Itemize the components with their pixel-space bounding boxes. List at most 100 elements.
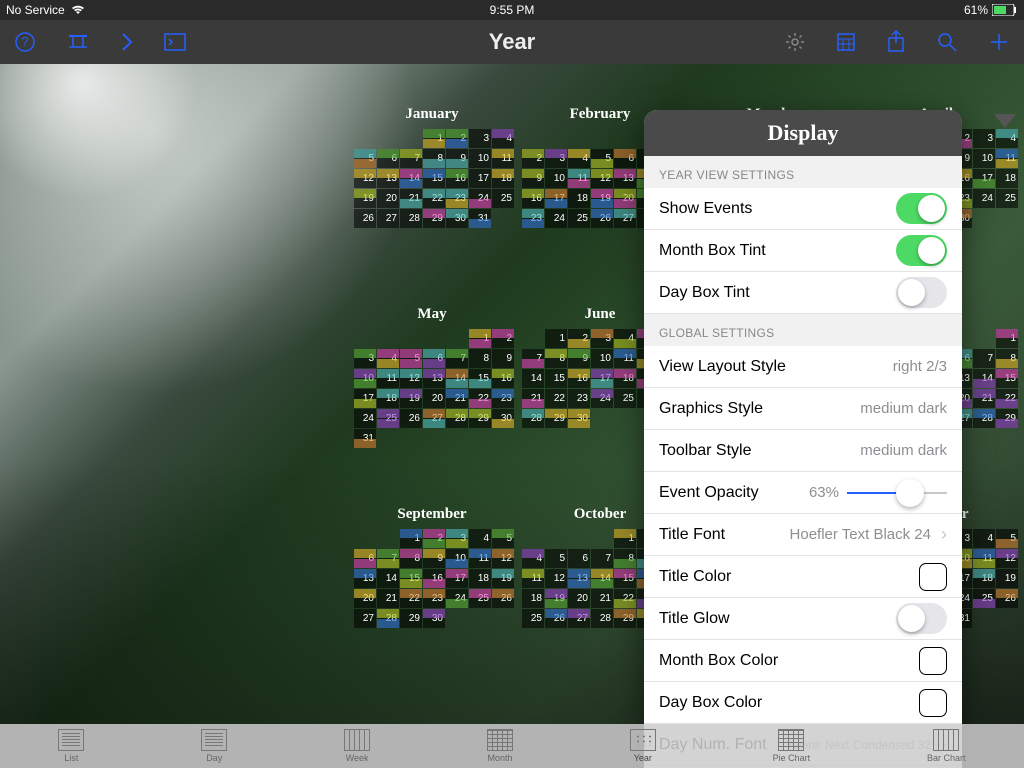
day-cell[interactable]: 22	[614, 589, 636, 608]
day-cell[interactable]: 17	[973, 169, 995, 188]
row-month-box-tint[interactable]: Month Box Tint	[644, 230, 962, 272]
day-cell[interactable]: 8	[469, 349, 491, 368]
day-cell[interactable]: 11	[492, 149, 514, 168]
row-show-events[interactable]: Show Events	[644, 188, 962, 230]
day-cell[interactable]: 19	[354, 189, 376, 208]
day-cell[interactable]: 2	[522, 149, 544, 168]
day-cell[interactable]: 25	[469, 589, 491, 608]
day-cell[interactable]: 20	[614, 189, 636, 208]
day-cell[interactable]: 26	[400, 409, 422, 428]
day-cell[interactable]: 24	[545, 209, 567, 228]
day-cell[interactable]: 6	[423, 349, 445, 368]
day-cell[interactable]: 7	[973, 349, 995, 368]
day-cell[interactable]: 4	[492, 129, 514, 148]
day-cell[interactable]: 29	[996, 409, 1018, 428]
day-cell[interactable]: 11	[568, 169, 590, 188]
swatch-month-box-color[interactable]	[919, 647, 947, 675]
day-cell[interactable]: 10	[354, 369, 376, 388]
day-cell[interactable]: 22	[996, 389, 1018, 408]
day-cell[interactable]: 9	[492, 349, 514, 368]
day-cell[interactable]: 27	[423, 409, 445, 428]
terminal-icon[interactable]	[164, 33, 186, 51]
gear-icon[interactable]	[784, 31, 806, 53]
day-cell[interactable]: 7	[446, 349, 468, 368]
day-cell[interactable]: 8	[423, 149, 445, 168]
day-cell[interactable]: 18	[973, 569, 995, 588]
day-cell[interactable]: 12	[545, 569, 567, 588]
day-cell[interactable]: 23	[522, 209, 544, 228]
day-cell[interactable]: 26	[354, 209, 376, 228]
day-cell[interactable]: 7	[522, 349, 544, 368]
day-cell[interactable]: 28	[522, 409, 544, 428]
day-cell[interactable]: 22	[545, 389, 567, 408]
day-cell[interactable]: 15	[545, 369, 567, 388]
day-cell[interactable]: 26	[996, 589, 1018, 608]
day-cell[interactable]: 17	[545, 189, 567, 208]
day-cell[interactable]: 20	[568, 589, 590, 608]
row-toolbar-style[interactable]: Toolbar Style medium dark	[644, 430, 962, 472]
day-cell[interactable]: 5	[996, 529, 1018, 548]
day-cell[interactable]: 8	[614, 549, 636, 568]
day-cell[interactable]: 5	[591, 149, 613, 168]
day-cell[interactable]: 22	[423, 189, 445, 208]
switch-show-events[interactable]	[896, 193, 947, 224]
day-cell[interactable]: 16	[423, 569, 445, 588]
day-cell[interactable]: 23	[568, 389, 590, 408]
day-cell[interactable]: 15	[423, 169, 445, 188]
day-cell[interactable]: 4	[568, 149, 590, 168]
row-month-box-color[interactable]: Month Box Color	[644, 640, 962, 682]
day-cell[interactable]: 21	[591, 589, 613, 608]
swatch-day-box-color[interactable]	[919, 689, 947, 717]
day-cell[interactable]: 30	[423, 609, 445, 628]
day-cell[interactable]: 31	[469, 209, 491, 228]
day-cell[interactable]: 13	[354, 569, 376, 588]
day-cell[interactable]: 24	[446, 589, 468, 608]
day-cell[interactable]: 12	[996, 549, 1018, 568]
day-cell[interactable]: 2	[568, 329, 590, 348]
day-cell[interactable]: 24	[354, 409, 376, 428]
day-cell[interactable]: 2	[423, 529, 445, 548]
day-cell[interactable]: 12	[400, 369, 422, 388]
day-cell[interactable]: 24	[973, 189, 995, 208]
day-cell[interactable]: 18	[568, 189, 590, 208]
dropdown-triangle-icon[interactable]	[994, 114, 1016, 128]
day-cell[interactable]: 10	[469, 149, 491, 168]
day-cell[interactable]: 19	[400, 389, 422, 408]
day-cell[interactable]: 20	[377, 189, 399, 208]
day-cell[interactable]: 11	[377, 369, 399, 388]
switch-month-box-tint[interactable]	[896, 235, 947, 266]
day-cell[interactable]: 24	[469, 189, 491, 208]
day-cell[interactable]: 18	[492, 169, 514, 188]
day-cell[interactable]: 11	[973, 549, 995, 568]
day-cell[interactable]: 8	[400, 549, 422, 568]
day-cell[interactable]: 1	[614, 529, 636, 548]
day-cell[interactable]: 12	[492, 549, 514, 568]
day-cell[interactable]: 25	[996, 189, 1018, 208]
day-cell[interactable]: 17	[354, 389, 376, 408]
day-cell[interactable]: 10	[591, 349, 613, 368]
day-cell[interactable]: 21	[973, 389, 995, 408]
day-cell[interactable]: 6	[354, 549, 376, 568]
day-cell[interactable]: 30	[492, 409, 514, 428]
day-cell[interactable]: 18	[377, 389, 399, 408]
switch-day-box-tint[interactable]	[896, 277, 947, 308]
day-cell[interactable]: 21	[377, 589, 399, 608]
day-cell[interactable]: 9	[568, 349, 590, 368]
day-cell[interactable]: 7	[400, 149, 422, 168]
day-cell[interactable]: 31	[354, 429, 376, 448]
day-cell[interactable]: 11	[469, 549, 491, 568]
day-cell[interactable]: 26	[591, 209, 613, 228]
day-cell[interactable]: 4	[522, 549, 544, 568]
day-cell[interactable]: 15	[469, 369, 491, 388]
day-cell[interactable]: 14	[973, 369, 995, 388]
day-cell[interactable]: 17	[591, 369, 613, 388]
day-cell[interactable]: 17	[446, 569, 468, 588]
day-cell[interactable]: 21	[446, 389, 468, 408]
day-cell[interactable]: 1	[469, 329, 491, 348]
row-title-color[interactable]: Title Color	[644, 556, 962, 598]
tab-bar-chart[interactable]: Bar Chart	[927, 729, 966, 763]
day-cell[interactable]: 20	[423, 389, 445, 408]
tab-week[interactable]: Week	[344, 729, 370, 763]
day-cell[interactable]: 11	[614, 349, 636, 368]
tab-year[interactable]: Year	[630, 729, 656, 763]
